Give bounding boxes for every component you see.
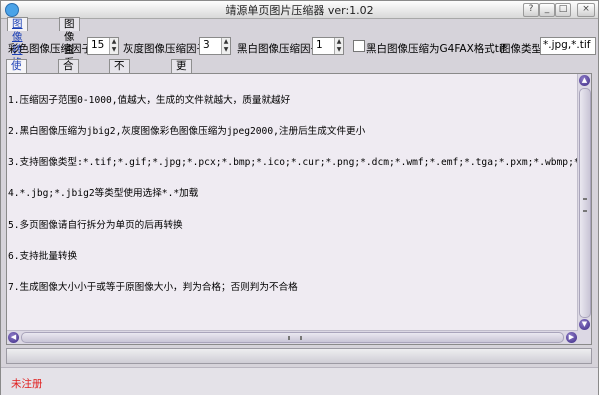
window-title: 靖源单页图片压缩器 ver:1.02	[225, 4, 374, 17]
tab-instructions[interactable]: 使用说明	[6, 59, 27, 111]
bw-factor-label: 黑白图像压缩因子	[237, 43, 321, 55]
scroll-down-icon[interactable]: ▼	[579, 319, 590, 330]
bw-factor-value: 1	[316, 39, 323, 51]
scroll-right-icon[interactable]: ▶	[566, 332, 577, 343]
tab-image-convert[interactable]: 图像转换	[7, 17, 28, 69]
instructions-panel: 1.压缩因子范围0-1000,值越大，生成的文件就越大，质量就越好 2.黑白图像…	[6, 73, 592, 345]
tab-pass-log[interactable]: 合格日志	[58, 59, 79, 111]
instruction-line: 6.支持批量转换	[8, 250, 78, 262]
vertical-scrollbar[interactable]: ▲ ▼	[577, 74, 591, 331]
spinner-arrows-icon[interactable]: ▲ ▼	[221, 38, 230, 54]
settings-bar: 彩色图像压缩因子 15 ▲ ▼ 灰度图像压缩因子 3 ▲ ▼ 黑白图像压缩因子 1 …	[1, 33, 598, 59]
instruction-line: 4.*.jbg;*.jbig2等类型使用选择*.*加载	[8, 188, 199, 200]
tab-update-log[interactable]: 更新日志	[171, 59, 192, 111]
bw-factor-spinner[interactable]: 1 ▲ ▼	[312, 37, 344, 55]
vertical-scroll-thumb[interactable]	[579, 88, 591, 318]
tab-fail-log[interactable]: 不合格日志	[109, 59, 130, 124]
minimize-icon[interactable]: _	[539, 3, 555, 17]
maximize-icon[interactable]: □	[555, 3, 571, 17]
image-type-input[interactable]: *.jpg,*.tif	[540, 37, 596, 55]
close-icon[interactable]: ×	[577, 3, 595, 17]
color-factor-spinner[interactable]: 15 ▲ ▼	[87, 37, 119, 55]
image-type-value: *.jpg,*.tif	[543, 39, 591, 51]
color-factor-value: 15	[91, 39, 105, 51]
instruction-line: 5.多页图像请自行拆分为单页的后再转换	[8, 219, 183, 231]
image-type-label: 图像类型	[500, 43, 542, 55]
instruction-line: 3.支持图像类型:*.tif;*.gif;*.jpg;*.pcx;*.bmp;*…	[8, 157, 577, 169]
help-button[interactable]: ?	[523, 3, 539, 17]
instruction-line: 2.黑白图像压缩为jbig2,灰度图像彩色图像压缩为jpeg2000,注册后生成…	[8, 126, 366, 138]
instructions-text[interactable]: 1.压缩因子范围0-1000,值越大，生成的文件就越大，质量就越好 2.黑白图像…	[8, 75, 577, 330]
gray-factor-value: 3	[203, 39, 210, 51]
gray-factor-spinner[interactable]: 3 ▲ ▼	[199, 37, 231, 55]
app-window: 靖源单页图片压缩器 ver:1.02 ? _ □ × 图像转换 图像查看 彩色图…	[0, 0, 599, 395]
scroll-left-icon[interactable]: ◀	[8, 332, 19, 343]
horizontal-scroll-thumb[interactable]	[21, 332, 564, 343]
scroll-up-icon[interactable]: ▲	[579, 75, 590, 86]
scroll-corner	[578, 331, 591, 344]
horizontal-scrollbar[interactable]: ◀ ▶	[7, 330, 578, 344]
progress-bar	[6, 348, 592, 364]
tab-image-view[interactable]: 图像查看	[59, 17, 80, 69]
status-bar: 未注册	[1, 367, 598, 395]
registration-status: 未注册	[11, 378, 43, 390]
gray-factor-label: 灰度图像压缩因子	[123, 43, 207, 55]
spinner-arrows-icon[interactable]: ▲ ▼	[334, 38, 343, 54]
spinner-arrows-icon[interactable]: ▲ ▼	[109, 38, 118, 54]
g4fax-label: 黑白图像压缩为G4FAX格式tif	[366, 43, 506, 55]
g4fax-checkbox[interactable]	[353, 40, 365, 52]
title-bar[interactable]: 靖源单页图片压缩器 ver:1.02 ? _ □ ×	[1, 1, 598, 19]
instruction-line: 1.压缩因子范围0-1000,值越大，生成的文件就越大，质量就越好	[8, 94, 291, 106]
color-factor-label: 彩色图像压缩因子	[8, 43, 92, 55]
instruction-line: 7.生成图像大小小于或等于原图像大小，判为合格；否则判为不合格	[8, 282, 298, 294]
